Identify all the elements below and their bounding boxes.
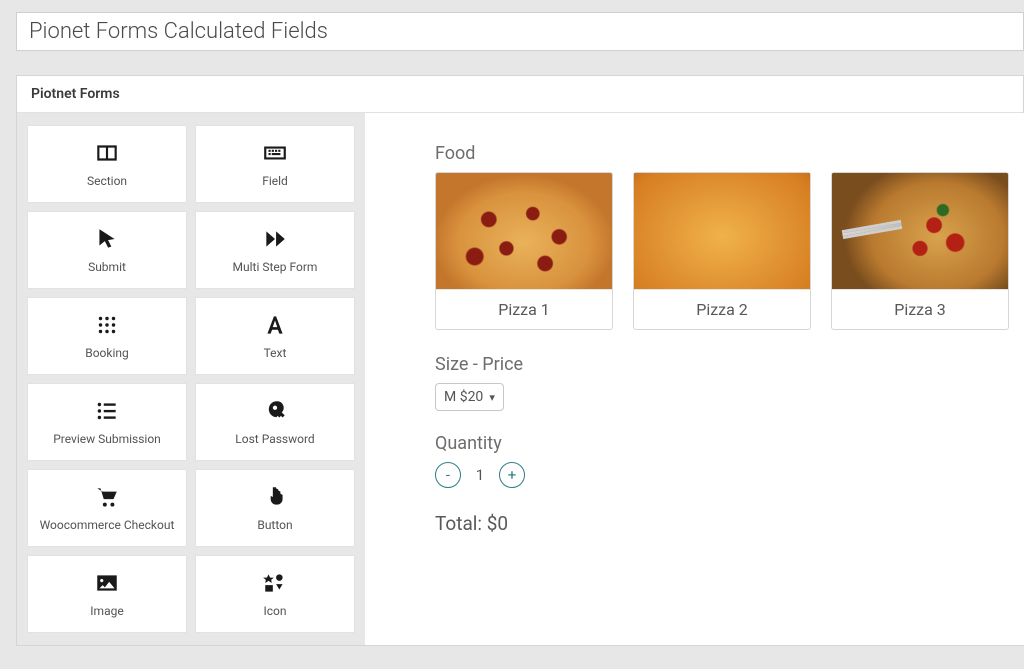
pizza-image bbox=[634, 173, 810, 289]
pizza-image bbox=[832, 173, 1008, 289]
size-select[interactable]: M $20 ▾ bbox=[435, 383, 504, 411]
widget-label: Lost Password bbox=[235, 432, 314, 446]
minus-icon: - bbox=[446, 466, 450, 484]
food-option-pizza-3[interactable]: Pizza 3 bbox=[831, 172, 1009, 330]
widgets-sidebar: Section Field Submit bbox=[17, 113, 365, 645]
widget-text[interactable]: Text bbox=[195, 297, 355, 375]
widget-section[interactable]: Section bbox=[27, 125, 187, 203]
quantity-plus-button[interactable]: + bbox=[499, 462, 525, 488]
widget-label: Button bbox=[257, 518, 292, 532]
food-option-pizza-1[interactable]: Pizza 1 bbox=[435, 172, 613, 330]
pizza-image bbox=[436, 173, 612, 289]
widget-multi-step-form[interactable]: Multi Step Form bbox=[195, 211, 355, 289]
widget-submit[interactable]: Submit bbox=[27, 211, 187, 289]
list-icon bbox=[94, 398, 120, 424]
pointer-icon bbox=[262, 484, 288, 510]
font-icon bbox=[262, 312, 288, 338]
widget-icon[interactable]: Icon bbox=[195, 555, 355, 633]
widget-label: Section bbox=[87, 174, 127, 188]
quantity-minus-button[interactable]: - bbox=[435, 462, 461, 488]
plus-icon: + bbox=[508, 466, 517, 484]
builder-panel: Piotnet Forms Section Field bbox=[16, 75, 1024, 646]
braille-icon bbox=[94, 312, 120, 338]
page-title: Pionet Forms Calculated Fields bbox=[29, 19, 328, 44]
widget-label: Booking bbox=[85, 346, 129, 360]
icons-icon bbox=[262, 570, 288, 596]
size-value: M $20 bbox=[444, 389, 483, 405]
widget-label: Image bbox=[90, 604, 123, 618]
widget-label: Submit bbox=[88, 260, 126, 274]
total-text: Total: $0 bbox=[435, 512, 1009, 535]
chevron-down-icon: ▾ bbox=[489, 391, 495, 404]
quantity-stepper: - 1 + bbox=[435, 462, 1009, 488]
food-option-pizza-2[interactable]: Pizza 2 bbox=[633, 172, 811, 330]
key-icon bbox=[262, 398, 288, 424]
widget-label: Text bbox=[264, 346, 287, 360]
food-caption: Pizza 2 bbox=[634, 289, 810, 329]
columns-icon bbox=[94, 140, 120, 166]
food-options: Pizza 1 Pizza 2 Pizza 3 bbox=[435, 172, 1009, 330]
widget-button[interactable]: Button bbox=[195, 469, 355, 547]
food-caption: Pizza 3 bbox=[832, 289, 1008, 329]
widget-label: Multi Step Form bbox=[233, 260, 318, 274]
widget-label: Field bbox=[262, 174, 288, 188]
widget-preview-submission[interactable]: Preview Submission bbox=[27, 383, 187, 461]
widget-label: Icon bbox=[263, 604, 286, 618]
widget-woocommerce-checkout[interactable]: Woocommerce Checkout bbox=[27, 469, 187, 547]
image-icon bbox=[94, 570, 120, 596]
page-title-bar: Pionet Forms Calculated Fields bbox=[16, 12, 1024, 51]
widget-label: Preview Submission bbox=[53, 432, 161, 446]
widget-image[interactable]: Image bbox=[27, 555, 187, 633]
panel-header: Piotnet Forms bbox=[17, 76, 1023, 113]
widget-field[interactable]: Field bbox=[195, 125, 355, 203]
keyboard-icon bbox=[262, 140, 288, 166]
size-label: Size - Price bbox=[435, 354, 1009, 375]
food-caption: Pizza 1 bbox=[436, 289, 612, 329]
widget-label: Woocommerce Checkout bbox=[40, 518, 175, 532]
form-canvas: Food Pizza 1 Pizza 2 Pizza 3 Siz bbox=[365, 113, 1024, 645]
fast-forward-icon bbox=[262, 226, 288, 252]
cursor-icon bbox=[94, 226, 120, 252]
cart-icon bbox=[94, 484, 120, 510]
food-label: Food bbox=[435, 143, 1009, 164]
widget-lost-password[interactable]: Lost Password bbox=[195, 383, 355, 461]
widget-booking[interactable]: Booking bbox=[27, 297, 187, 375]
quantity-label: Quantity bbox=[435, 433, 1009, 454]
quantity-value: 1 bbox=[475, 466, 485, 484]
panel-title: Piotnet Forms bbox=[31, 86, 120, 102]
